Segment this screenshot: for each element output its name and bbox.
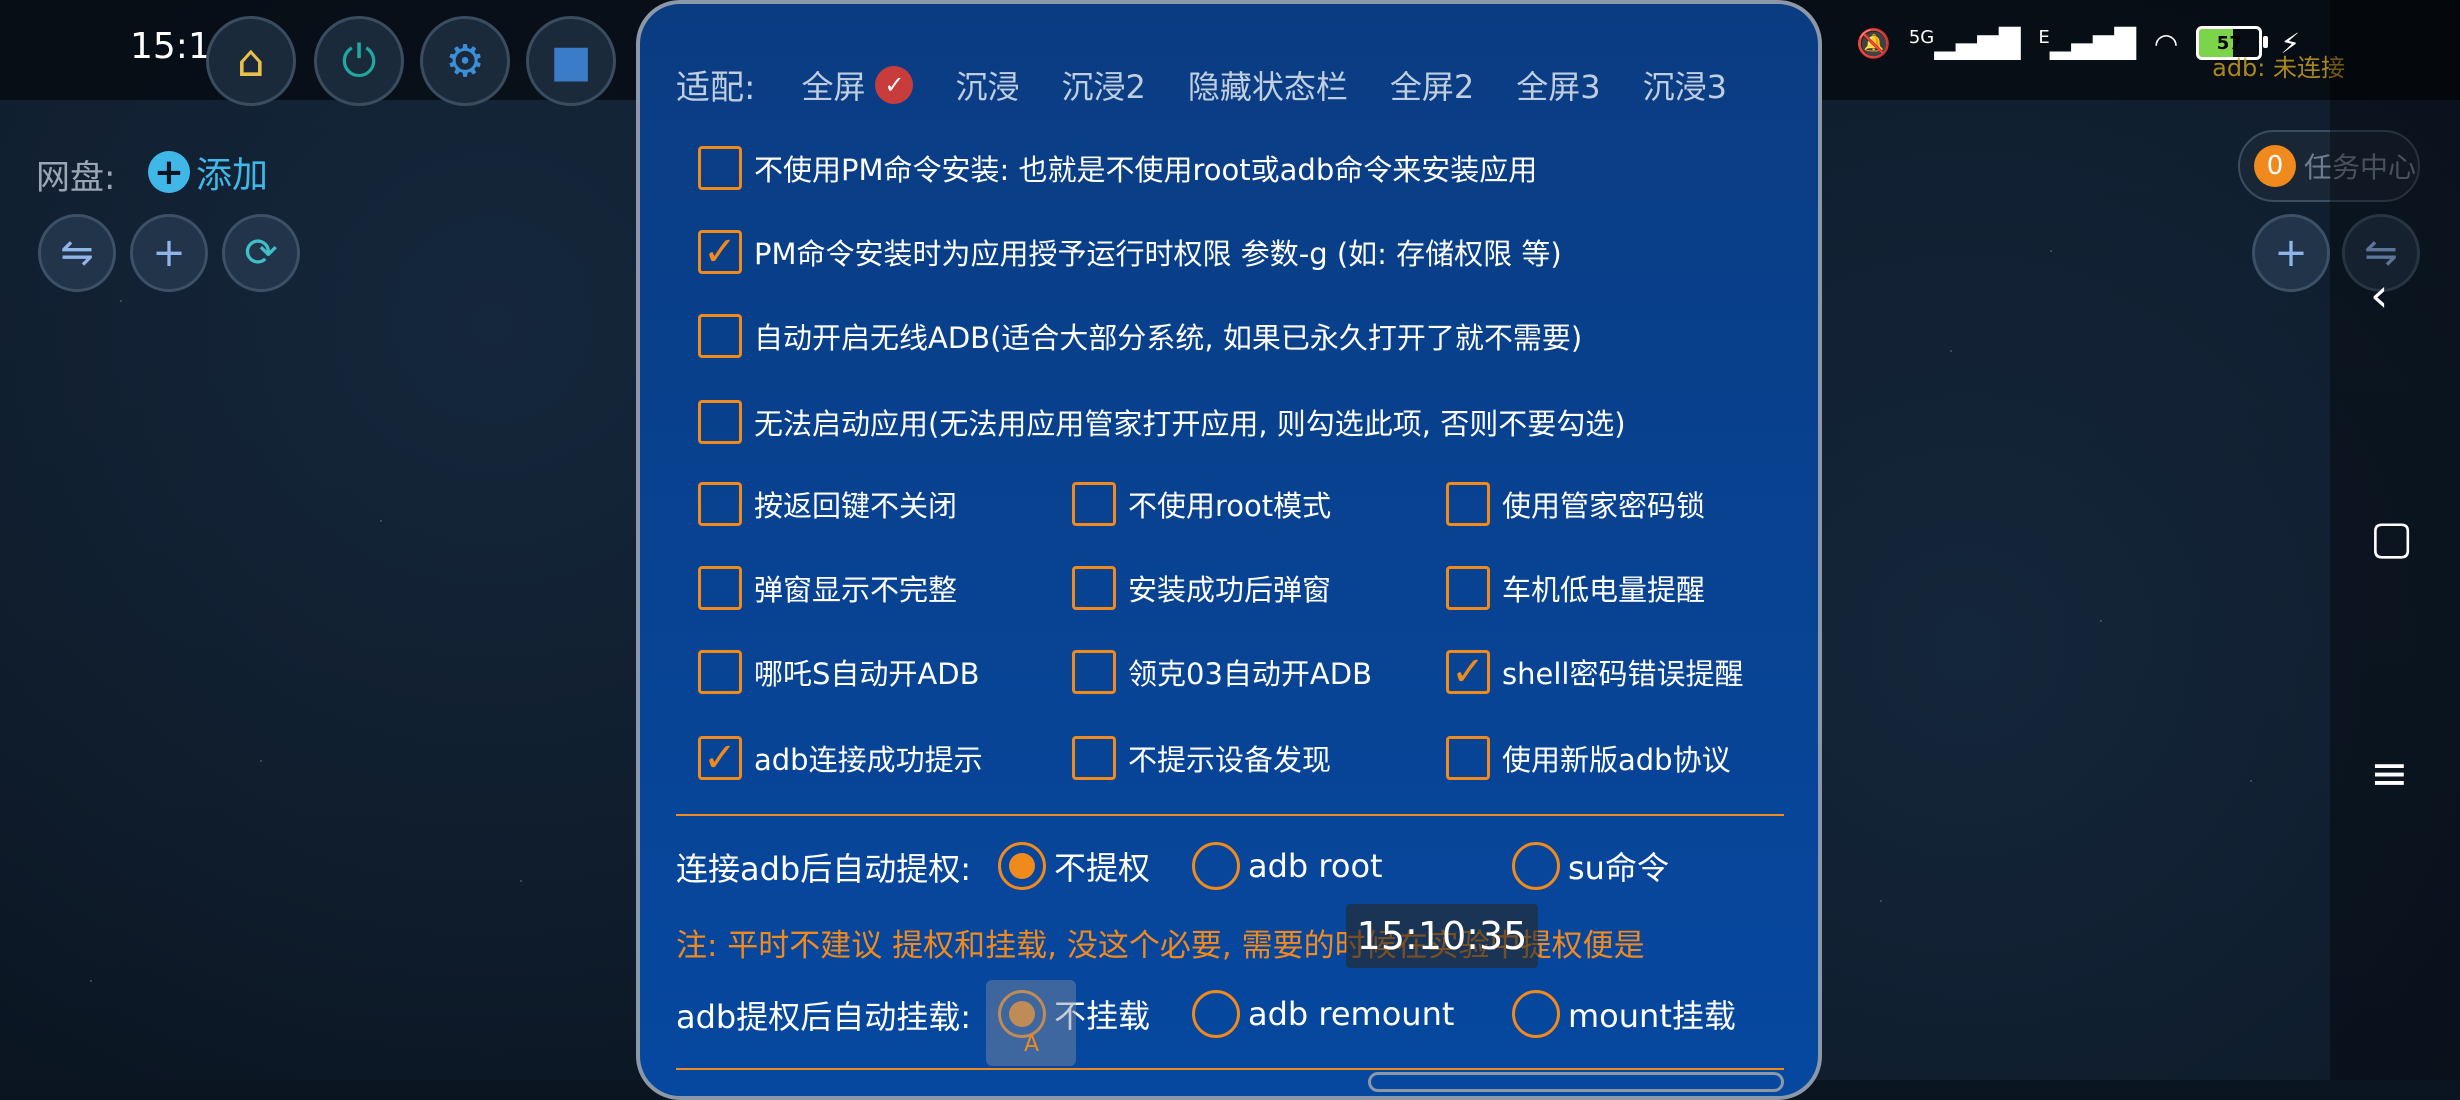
signal-e-icon: E▂▄▆█ bbox=[2038, 26, 2136, 60]
checkbox[interactable] bbox=[1072, 566, 1116, 610]
checkbox[interactable] bbox=[698, 314, 742, 358]
divider bbox=[676, 1068, 1784, 1070]
option-password-lock[interactable]: 使用管家密码锁 bbox=[1446, 482, 1705, 526]
home-button[interactable]: ⌂ bbox=[206, 16, 296, 106]
checkbox-checked[interactable]: ✓ bbox=[698, 229, 742, 275]
adapt-tab-immersive2[interactable]: 沉浸2 bbox=[1062, 62, 1146, 108]
gear-icon: ⚙ bbox=[445, 35, 485, 87]
checkbox-checked[interactable]: ✓ bbox=[1446, 649, 1490, 695]
mount-mount[interactable]: mount挂载 bbox=[1512, 990, 1736, 1038]
menu-icon[interactable]: ≡ bbox=[2370, 746, 2409, 800]
timestamp-overlay: 15:10:35 bbox=[1346, 904, 1538, 968]
mount-label: adb提权后自动挂载: bbox=[676, 998, 972, 1036]
radio[interactable] bbox=[1512, 842, 1560, 890]
adapt-tab-fullscreen2[interactable]: 全屏2 bbox=[1390, 62, 1474, 108]
square-icon: ■ bbox=[550, 35, 592, 87]
wifi-icon: ◠ bbox=[2153, 26, 2179, 60]
checkbox[interactable] bbox=[1446, 736, 1490, 780]
option-adb-connected-tip[interactable]: ✓ adb连接成功提示 bbox=[698, 735, 983, 781]
checkbox[interactable] bbox=[1072, 482, 1116, 526]
checkbox[interactable] bbox=[1072, 736, 1116, 780]
checkbox[interactable] bbox=[698, 400, 742, 444]
add-button[interactable]: + bbox=[130, 214, 208, 292]
option-cannot-launch-app[interactable]: 无法启动应用(无法用应用管家打开应用, 则勾选此项, 否则不要勾选) bbox=[698, 400, 1626, 444]
radio-selected[interactable] bbox=[998, 842, 1046, 890]
power-icon: ⏻ bbox=[341, 35, 377, 87]
checkbox[interactable] bbox=[698, 482, 742, 526]
adapt-label: 适配: bbox=[676, 68, 756, 108]
option-low-battery-alert[interactable]: 车机低电量提醒 bbox=[1446, 566, 1705, 610]
option-install-success-popup[interactable]: 安装成功后弹窗 bbox=[1072, 566, 1331, 610]
checkbox[interactable] bbox=[1072, 650, 1116, 694]
option-lynk03-auto-adb[interactable]: 领克03自动开ADB bbox=[1072, 650, 1372, 694]
adapt-tab-fullscreen3[interactable]: 全屏3 bbox=[1516, 62, 1600, 108]
escalate-none[interactable]: 不提权 bbox=[998, 842, 1150, 890]
escalate-su[interactable]: su命令 bbox=[1512, 842, 1669, 890]
option-auto-wireless-adb[interactable]: 自动开启无线ADB(适合大部分系统, 如果已永久打开了就不需要) bbox=[698, 314, 1582, 358]
checkbox[interactable] bbox=[1446, 566, 1490, 610]
option-neta-auto-adb[interactable]: 哪吒S自动开ADB bbox=[698, 650, 979, 694]
add-netdisk-link[interactable]: + 添加 bbox=[148, 146, 268, 198]
radio[interactable] bbox=[1512, 990, 1560, 1038]
checkbox-checked[interactable]: ✓ bbox=[698, 735, 742, 781]
checkbox[interactable] bbox=[1446, 482, 1490, 526]
sync-icon: ⟳ bbox=[244, 230, 278, 276]
adapt-tab-immersive[interactable]: 沉浸 bbox=[955, 62, 1019, 108]
back-icon[interactable]: ‹ bbox=[2370, 268, 2388, 322]
option-popup-incomplete[interactable]: 弹窗显示不完整 bbox=[698, 566, 957, 610]
option-back-no-close[interactable]: 按返回键不关闭 bbox=[698, 482, 957, 526]
escalate-adb-root[interactable]: adb root bbox=[1192, 842, 1383, 890]
settings-dialog: 适配: 全屏 ✓ 沉浸 沉浸2 隐藏状态栏 全屏2 全屏3 沉浸3 不使用PM命… bbox=[636, 0, 1822, 1100]
adapt-tab-fullscreen[interactable]: 全屏 ✓ bbox=[801, 62, 914, 108]
floating-touch-button[interactable]: A bbox=[986, 980, 1076, 1066]
signal-5g-icon: 5G▂▄▆█ bbox=[1908, 26, 2021, 60]
adapt-tab-hide-statusbar[interactable]: 隐藏状态栏 bbox=[1188, 62, 1348, 108]
swap-button[interactable]: ⇋ bbox=[38, 214, 116, 292]
mount-adb-remount[interactable]: adb remount bbox=[1192, 990, 1454, 1038]
escalate-label: 连接adb后自动提权: bbox=[676, 850, 972, 888]
option-no-pm-install[interactable]: 不使用PM命令安装: 也就是不使用root或adb命令来安装应用 bbox=[698, 146, 1537, 190]
swap-icon: ⇋ bbox=[60, 230, 94, 276]
adapt-tab-immersive3[interactable]: 沉浸3 bbox=[1643, 62, 1727, 108]
right-add-button[interactable]: + bbox=[2252, 214, 2330, 292]
adb-status: adb: 未连接 bbox=[2212, 54, 2345, 82]
task-count-badge: 0 bbox=[2254, 145, 2296, 187]
add-label: 添加 bbox=[196, 155, 269, 196]
mute-icon: 🔕 bbox=[1855, 26, 1891, 60]
divider bbox=[676, 814, 1784, 816]
checkbox[interactable] bbox=[698, 566, 742, 610]
option-no-device-discovery[interactable]: 不提示设备发现 bbox=[1072, 736, 1331, 780]
radio[interactable] bbox=[1192, 842, 1240, 890]
power-button[interactable]: ⏻ bbox=[314, 16, 404, 106]
adapt-tabs: 适配: 全屏 ✓ 沉浸 沉浸2 隐藏状态栏 全屏2 全屏3 沉浸3 bbox=[676, 60, 1769, 109]
home-square-icon[interactable]: ▢ bbox=[2370, 510, 2413, 564]
option-shell-password-alert[interactable]: ✓ shell密码错误提醒 bbox=[1446, 649, 1743, 695]
checkbox[interactable] bbox=[698, 146, 742, 190]
option-no-root-mode[interactable]: 不使用root模式 bbox=[1072, 482, 1331, 526]
radio[interactable] bbox=[1192, 990, 1240, 1038]
option-grant-runtime-permission[interactable]: ✓ PM命令安装时为应用授予运行时权限 参数-g (如: 存储权限 等) bbox=[698, 229, 1562, 275]
option-new-adb-protocol[interactable]: 使用新版adb协议 bbox=[1446, 736, 1731, 780]
dialog-bottom-button[interactable] bbox=[1368, 1072, 1784, 1092]
plus-icon: + bbox=[148, 151, 190, 193]
netdisk-label: 网盘: bbox=[36, 158, 116, 198]
checkbox[interactable] bbox=[698, 650, 742, 694]
home-icon: ⌂ bbox=[237, 35, 265, 87]
plus-icon: + bbox=[2274, 230, 2308, 276]
window-button[interactable]: ■ bbox=[526, 16, 616, 106]
settings-button[interactable]: ⚙ bbox=[420, 16, 510, 106]
sync-button[interactable]: ⟳ bbox=[222, 214, 300, 292]
plus-icon: + bbox=[152, 230, 186, 276]
check-icon: ✓ bbox=[875, 65, 914, 104]
